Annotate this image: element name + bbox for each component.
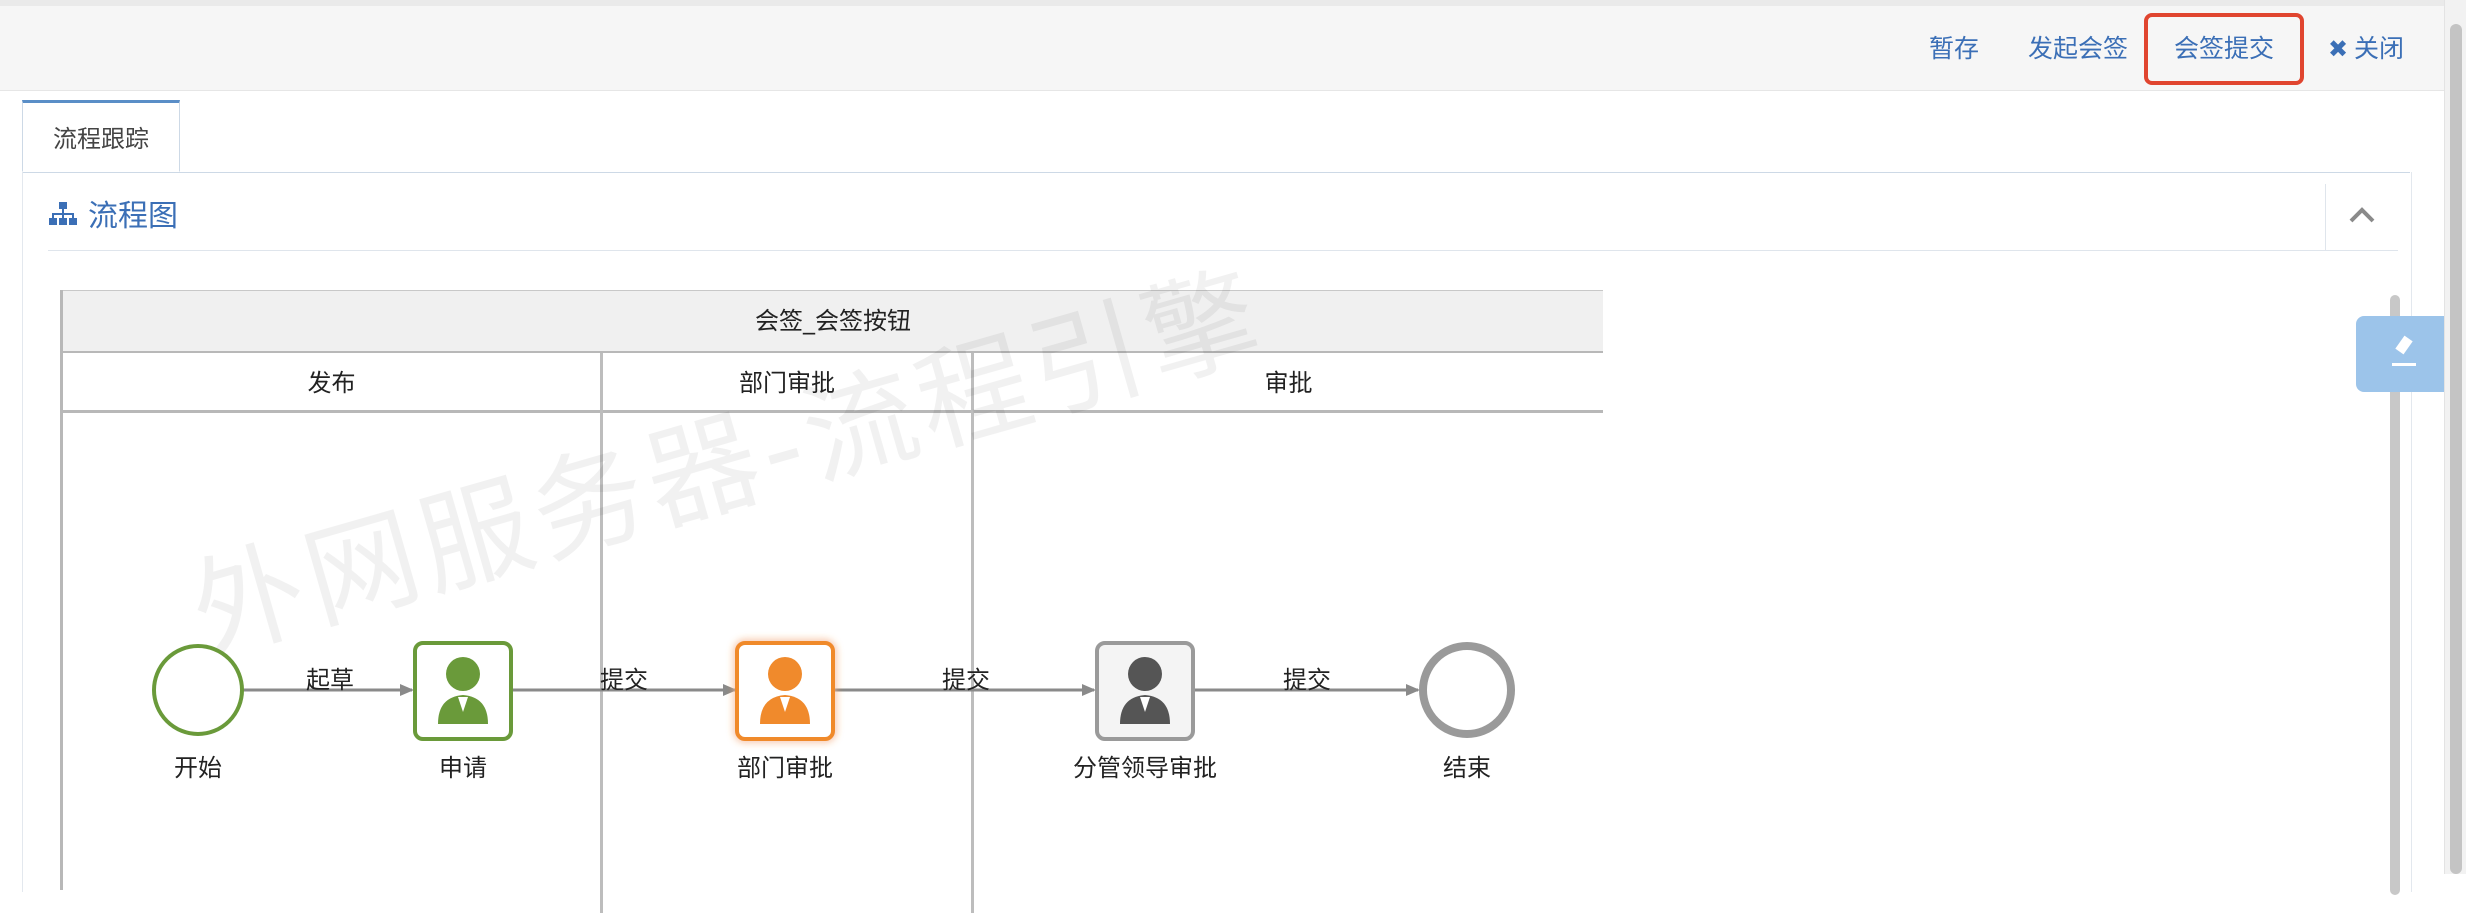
- collapse-button[interactable]: [2325, 184, 2398, 250]
- start-countersign-button[interactable]: 发起会签: [2026, 24, 2130, 74]
- edge-label-draft: 起草: [306, 666, 354, 694]
- toolbar: 暂存 发起会签 会签提交 ✖ 关闭: [0, 0, 2466, 91]
- tab-process-tracking[interactable]: 流程跟踪: [22, 100, 180, 172]
- lane-divider: [971, 353, 974, 913]
- panel-title: 流程图: [48, 184, 178, 250]
- close-icon: ✖: [2327, 35, 2349, 63]
- sitemap-icon: [48, 185, 78, 251]
- pool-title: 会签_会签按钮: [63, 290, 1603, 354]
- pin-icon: [2389, 335, 2419, 373]
- node-label-leader-approve: 分管领导审批: [1073, 754, 1217, 782]
- edge-label-submit: 提交: [942, 666, 990, 694]
- node-label-dept-approve: 部门审批: [737, 754, 833, 782]
- toolbar-top-edge: [0, 0, 2466, 6]
- close-button[interactable]: ✖ 关闭: [2324, 24, 2408, 74]
- panel-title-text: 流程图: [88, 199, 178, 234]
- node-label-end: 结束: [1443, 754, 1491, 782]
- tab-bar: 流程跟踪: [22, 100, 2410, 173]
- lane-divider: [600, 353, 603, 913]
- page-scrollbar-thumb[interactable]: [2450, 24, 2462, 874]
- save-draft-button[interactable]: 暂存: [1922, 24, 1986, 74]
- node-label-apply: 申请: [439, 754, 487, 782]
- lane-publish: 发布: [63, 353, 600, 413]
- submit-countersign-button[interactable]: 会签提交: [2144, 13, 2304, 85]
- close-button-label: 关闭: [2354, 34, 2405, 63]
- edge-label-submit: 提交: [600, 666, 648, 694]
- edge-label-submit: 提交: [1283, 666, 1331, 694]
- side-tool-button[interactable]: [2356, 316, 2452, 392]
- lane-approval: 审批: [974, 353, 1603, 413]
- panel-header: 流程图: [48, 184, 2398, 251]
- process-diagram: 会签_会签按钮 发布 部门审批 审批: [60, 290, 1603, 913]
- lane-dept-approval: 部门审批: [603, 353, 971, 413]
- chevron-up-icon: [2348, 206, 2376, 228]
- node-label-start: 开始: [174, 754, 222, 782]
